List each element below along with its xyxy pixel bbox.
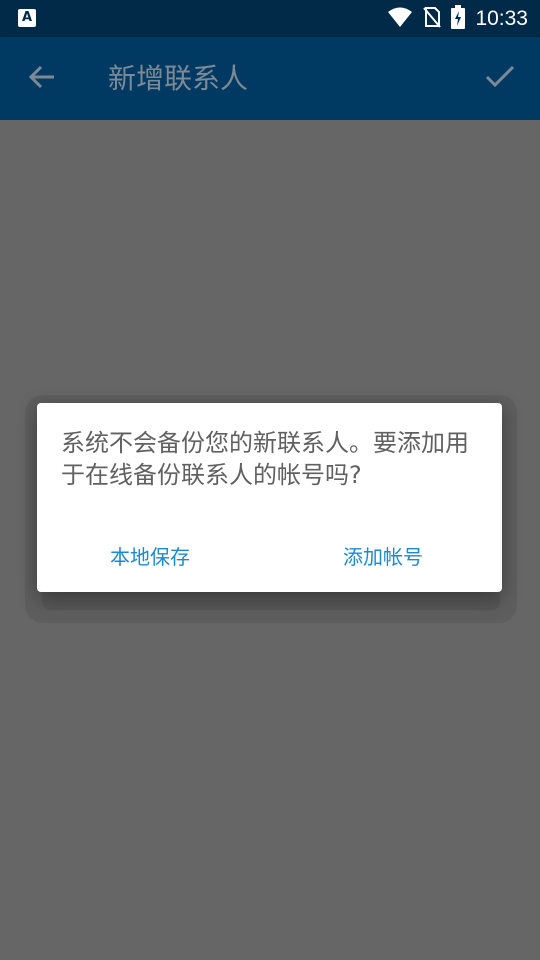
save-check-button[interactable]	[478, 57, 522, 101]
notification-app-icon: A	[18, 9, 36, 27]
back-button[interactable]	[20, 57, 64, 101]
battery-charging-icon	[451, 4, 466, 33]
check-icon	[485, 65, 515, 93]
page-title: 新增联系人	[108, 62, 249, 95]
app-bar: 新增联系人	[0, 37, 540, 120]
local-save-button[interactable]: 本地保存	[110, 539, 190, 575]
add-account-button[interactable]: 添加帐号	[343, 539, 423, 575]
dialog-message: 系统不会备份您的新联系人。要添加用于在线备份联系人的帐号吗?	[61, 429, 469, 489]
status-bar: A 10:33	[0, 0, 540, 37]
backup-account-dialog: 系统不会备份您的新联系人。要添加用于在线备份联系人的帐号吗? 本地保存 添加帐号	[37, 403, 502, 592]
wifi-icon	[387, 6, 413, 32]
arrow-back-icon	[28, 63, 56, 95]
no-sim-icon	[423, 6, 442, 32]
status-icons: 10:33	[387, 0, 528, 37]
status-time: 10:33	[475, 6, 528, 30]
